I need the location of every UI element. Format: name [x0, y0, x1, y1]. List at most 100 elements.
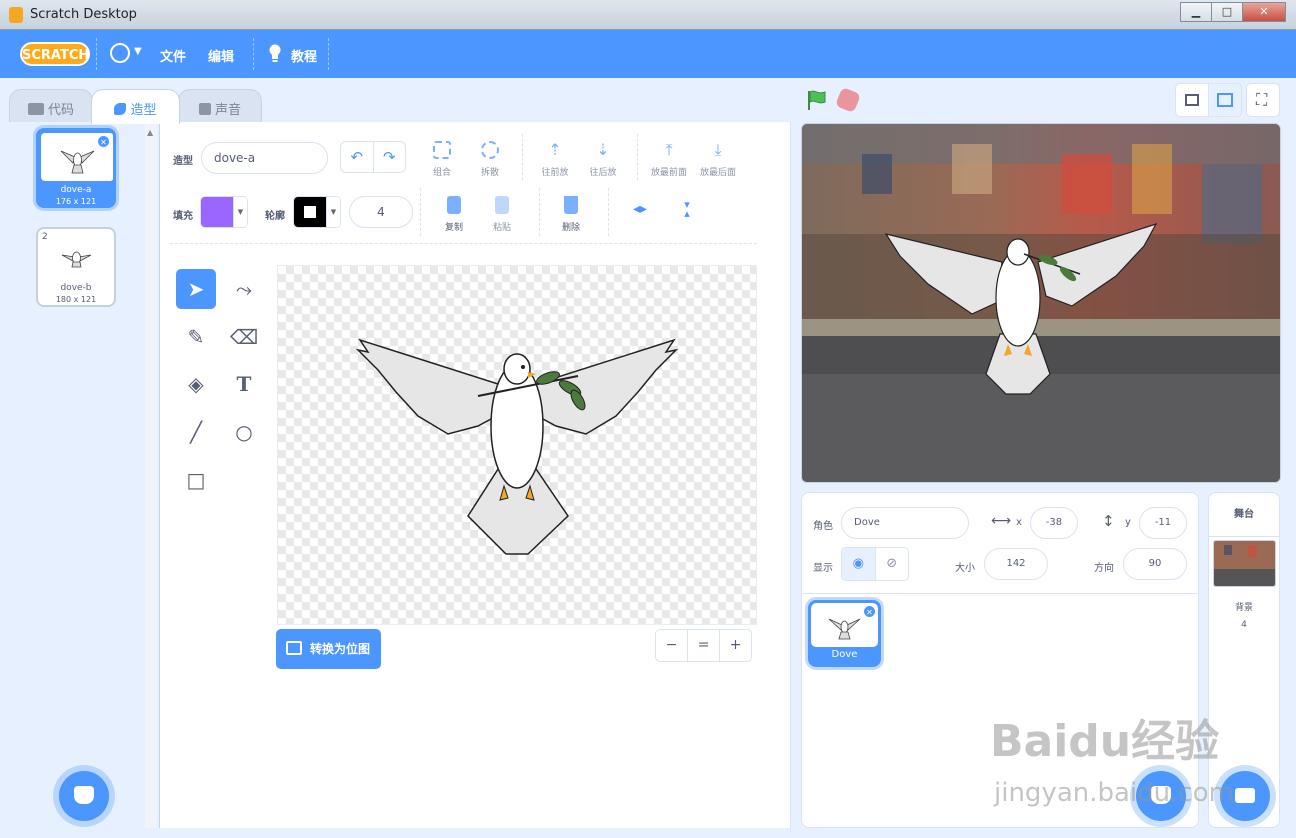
direction-input[interactable]: 90	[1123, 548, 1187, 580]
menu-divider	[253, 38, 254, 70]
delete-sprite-button[interactable]: ✕	[863, 605, 876, 618]
tab-costumes[interactable]: 造型	[91, 89, 180, 124]
lightbulb-icon[interactable]	[267, 43, 283, 63]
green-flag-icon[interactable]	[806, 89, 828, 111]
toolbar-divider	[539, 188, 540, 236]
menu-tutorials[interactable]: 教程	[291, 46, 317, 65]
watermark: Baidu经验	[990, 716, 1220, 767]
tab-code[interactable]: 代码	[9, 89, 93, 123]
stage[interactable]	[801, 123, 1281, 483]
x-arrow-icon: ⟷	[991, 513, 1012, 529]
zoom-in-icon[interactable]: +	[720, 630, 751, 661]
backdrop-thumbnail	[1213, 540, 1276, 587]
convert-to-bitmap-button[interactable]: 转换为位图	[276, 629, 381, 669]
select-tool-icon[interactable]: ➤	[176, 269, 216, 309]
zoom-reset-icon[interactable]: =	[688, 630, 720, 661]
backdrop-thumbnail-image	[1214, 541, 1275, 586]
scrollbar[interactable]: ▲	[145, 124, 157, 828]
copy-button[interactable]: 复制	[430, 196, 478, 233]
costume-index: 1	[43, 134, 49, 144]
costume-index: 2	[42, 232, 48, 242]
forward-button[interactable]: ⇡ 往前放	[531, 140, 579, 179]
chevron-down-icon: ▼	[233, 197, 247, 227]
fill-tool-icon[interactable]: ◈	[176, 364, 216, 404]
costume-thumbnail	[40, 231, 113, 279]
large-stage-button[interactable]	[1208, 83, 1242, 117]
arrow-up-icon: ⇡	[548, 140, 562, 159]
globe-icon[interactable]	[110, 43, 130, 63]
undo-icon[interactable]: ↶	[341, 142, 374, 172]
toolbar-divider	[608, 188, 609, 236]
show-label: 显示	[813, 563, 833, 574]
backdrop-label: 背景	[1234, 603, 1253, 613]
close-window-button[interactable]: ✕	[1242, 2, 1286, 22]
size-input[interactable]: 142	[984, 548, 1048, 580]
outline-swatch	[294, 197, 326, 227]
costume-name-input[interactable]: dove-a	[201, 142, 328, 174]
code-icon	[27, 103, 44, 115]
watermark-url: jingyan.baidu.com	[994, 778, 1234, 808]
paint-canvas[interactable]	[277, 265, 757, 625]
paste-button[interactable]: 粘贴	[478, 196, 526, 233]
flip-vertical-button[interactable]: ▾ ▴	[663, 198, 711, 220]
outline-color-picker[interactable]: ▼	[293, 196, 341, 228]
menu-file[interactable]: 文件	[160, 46, 186, 65]
zoom-out-icon[interactable]: −	[656, 630, 688, 661]
costume-item[interactable]: 1 ✕ dove-a 176 x 121	[36, 128, 116, 208]
eraser-tool-icon[interactable]: ⌫	[224, 317, 264, 357]
costume-size: 180 x 121	[55, 295, 97, 304]
trash-icon	[564, 196, 578, 214]
rectangle-tool-icon[interactable]: □	[176, 460, 216, 500]
reshape-tool-icon[interactable]: ⤳	[224, 269, 264, 309]
chevron-down-icon: ▼	[326, 197, 340, 227]
backward-button[interactable]: ⇣ 往后放	[579, 140, 627, 179]
flip-vertical-icon: ▾ ▴	[684, 198, 690, 220]
flip-horizontal-button[interactable]: ◂▸	[616, 200, 664, 218]
forward-label: 往前放	[541, 168, 569, 178]
tab-sounds[interactable]: 声音	[178, 89, 262, 123]
paste-label: 粘贴	[492, 223, 511, 233]
chevron-down-icon[interactable]: ▼	[134, 46, 142, 57]
text-tool-icon[interactable]: T	[224, 364, 264, 404]
line-tool-icon[interactable]: ╱	[176, 412, 216, 452]
minimize-button[interactable]: ▁	[1180, 2, 1212, 22]
circle-tool-icon[interactable]: ○	[224, 412, 264, 452]
y-label: y	[1125, 517, 1131, 528]
group-button[interactable]: 组合	[418, 141, 466, 178]
fill-color-picker[interactable]: ▼	[200, 196, 248, 228]
back-button[interactable]: ⤓ 放最后面	[694, 141, 742, 179]
costume-item[interactable]: 2 dove-b 180 x 121	[36, 227, 116, 307]
maximize-button[interactable]: □	[1211, 2, 1243, 22]
tab-label: 声音	[214, 103, 241, 118]
arrow-down-icon: ⇣	[596, 140, 610, 159]
window-controls: ▁ □ ✕	[1180, 2, 1286, 22]
small-stage-button[interactable]	[1175, 83, 1209, 117]
costume-size: 176 x 121	[55, 197, 97, 206]
menu-edit[interactable]: 编辑	[208, 46, 234, 65]
fill-label: 填充	[173, 211, 193, 222]
show-eye-icon[interactable]: ◉	[842, 548, 876, 580]
scratch-logo[interactable]: SCRATCH	[20, 42, 90, 66]
choose-costume-button[interactable]	[59, 771, 109, 821]
visibility-toggle: ◉ ⊘	[841, 547, 909, 581]
fullscreen-button[interactable]: ⛶	[1246, 83, 1280, 117]
menu-divider	[96, 38, 97, 70]
sprite-name-input[interactable]: Dove	[841, 507, 969, 539]
delete-costume-button[interactable]: ✕	[97, 135, 110, 148]
hide-eye-icon[interactable]: ⊘	[876, 548, 909, 580]
y-input[interactable]: -11	[1139, 507, 1187, 539]
outline-label: 轮廓	[265, 211, 285, 222]
backdrop-count: 4	[1241, 620, 1247, 630]
cat-icon	[74, 786, 94, 804]
scroll-up-icon[interactable]: ▲	[147, 128, 153, 137]
brush-tool-icon[interactable]: ✎	[176, 317, 216, 357]
ungroup-button[interactable]: 拆散	[466, 141, 514, 178]
arrow-top-icon: ⤒	[665, 140, 673, 159]
brush-icon	[114, 103, 127, 115]
front-button[interactable]: ⤒ 放最前面	[645, 140, 693, 179]
delete-button[interactable]: 删除	[547, 196, 595, 233]
x-input[interactable]: -38	[1030, 507, 1078, 539]
outline-width-input[interactable]: 4	[349, 196, 413, 228]
redo-icon[interactable]: ↷	[374, 142, 406, 172]
sprite-tile[interactable]: ✕ Dove	[808, 600, 881, 667]
